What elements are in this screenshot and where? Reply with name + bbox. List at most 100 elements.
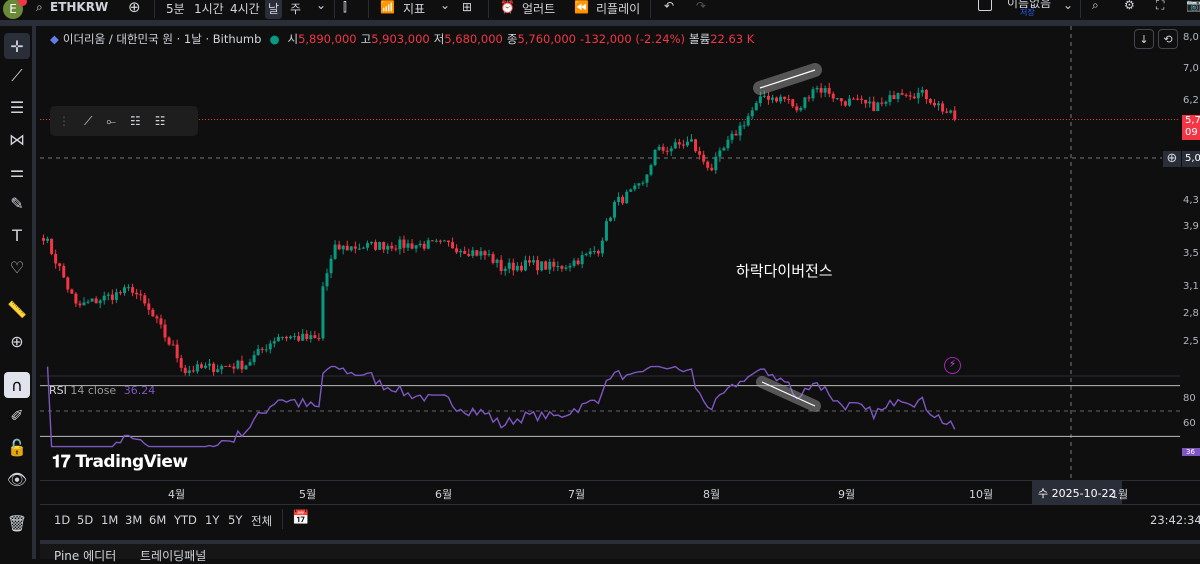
symbol-search[interactable]: ETHKRW [50,0,108,14]
lock-drawing-icon[interactable]: ✐ [4,402,30,428]
interval-4h[interactable]: 4시간 [230,0,260,17]
candle [66,277,70,290]
trend-line-icon[interactable]: ⟋ [4,63,30,89]
range-6m[interactable]: 6M [149,513,166,527]
lightning-icon[interactable]: ⚡ [944,357,961,374]
trend-line-icon[interactable]: ⟋ [84,114,92,129]
quick-search-icon[interactable]: ⌕ [1092,0,1099,13]
candle [681,144,685,146]
tab-trading-panel[interactable]: 트레이딩패널 [140,547,206,564]
fib-icon[interactable]: ☰ [4,94,30,120]
parallel-channel-icon[interactable]: ☷ [130,114,141,128]
ruler-icon[interactable]: 📏 [4,296,30,322]
candle [325,273,329,287]
symbol-title[interactable]: 이더리움 / 대한민국 원 · 1날 · Bithumb [63,31,262,47]
candle [771,97,774,100]
time-tick: 10월 [969,488,994,501]
candle [191,370,195,372]
layout-icon[interactable] [978,0,992,11]
interval-1h[interactable]: 1시간 [194,0,224,17]
candle [216,369,220,373]
candle [240,360,244,370]
candle [856,98,860,100]
chart-area[interactable] [40,26,1200,504]
candle [690,139,693,142]
candle [908,95,912,97]
eye-icon[interactable]: 👁 [4,466,30,492]
text-icon[interactable]: T [4,222,30,248]
candle [876,102,880,112]
save-label[interactable]: 저장 [1020,7,1035,18]
candle [370,241,374,244]
auto-scale-button[interactable]: ⟲ [1158,29,1178,49]
horizontal-ray-icon[interactable]: ⟜ [106,114,116,129]
candle [151,309,155,317]
add-alert-plus-icon[interactable]: ⊕ [1163,151,1181,167]
chart-canvas[interactable] [40,26,1200,504]
range-all[interactable]: 전체 [251,513,272,529]
candle [414,245,418,249]
trash-icon[interactable]: 🗑 [4,510,30,536]
candle [224,365,228,367]
candle [617,196,621,203]
fullscreen-icon[interactable]: ⛶ [1156,0,1164,13]
magnet-icon[interactable]: ∩ [4,372,30,398]
candle [835,98,839,100]
brush-icon[interactable]: ✎ [4,190,30,216]
regression-icon[interactable]: ☷ [155,114,166,128]
clock[interactable]: 23:42:34 [1150,513,1200,527]
indicators-icon[interactable]: 📶 [380,0,395,14]
range-5d[interactable]: 5D [77,513,93,527]
scroll-to-latest-button[interactable]: ↓ [1134,29,1154,49]
undo-icon[interactable]: ↶ [664,0,674,13]
range-1y[interactable]: 1Y [205,513,219,527]
candle [783,96,787,99]
search-icon[interactable]: ⌕ [36,0,43,15]
candle [892,95,896,100]
rsi-label[interactable]: RSI [49,384,67,397]
go-to-date-icon[interactable]: 📅 [292,510,309,526]
candle [924,89,928,100]
candle [447,240,450,243]
range-5y[interactable]: 5Y [228,513,242,527]
projection-icon[interactable]: ⚌ [4,158,30,184]
replay-button[interactable]: 리플레이 [596,0,640,17]
chevron-down-icon[interactable]: ⌄ [316,0,326,12]
pattern-icon[interactable]: ⋈ [4,126,30,152]
snapshot-icon[interactable]: 📷 [1186,0,1200,12]
tab-pine-editor[interactable]: Pine 에디터 [54,547,116,564]
range-ytd[interactable]: YTD [174,513,197,527]
redo-icon[interactable]: ↷ [696,0,706,13]
alert-button[interactable]: 얼러트 [522,0,555,17]
replay-icon[interactable]: ⏪ [574,0,589,14]
interval-1d[interactable]: 날 [265,0,283,19]
templates-icon[interactable]: ⊞ [462,0,472,14]
candle [847,98,851,106]
candle [920,89,924,93]
heart-icon[interactable]: ♡ [4,254,30,280]
candle [572,260,576,266]
chevron-down-icon[interactable]: ⌄ [440,0,450,12]
annotation-text[interactable]: 하락다이버전스 [736,260,833,281]
add-symbol-icon[interactable]: ⊕ [128,0,141,16]
candle [661,146,665,151]
interval-1w[interactable]: 주 [290,0,301,17]
market-status-icon: ● [269,32,280,46]
range-1d[interactable]: 1D [54,513,70,527]
price-axis[interactable]: 8,0 7,0 6,2 4,3 3,9 3,5 3,1 2,8 2,5 80 6… [1180,26,1200,504]
drag-handle-icon[interactable]: ⋮ [58,114,70,128]
time-axis[interactable]: 4월 5월 6월 7월 8월 9월 10월 수 2025-10-22 1월 [40,480,1200,505]
indicators-button[interactable]: 지표 [403,0,425,17]
crosshair-icon[interactable]: ✛ [4,33,30,59]
candle [280,336,284,338]
interval-5m[interactable]: 5분 [166,0,185,17]
zoom-in-icon[interactable]: ⊕ [4,328,30,354]
candle-type-icon[interactable]: ⫿ [343,0,347,15]
lock-icon[interactable]: 🔓 [4,434,30,460]
range-3m[interactable]: 3M [125,513,142,527]
range-1m[interactable]: 1M [101,513,118,527]
chevron-down-icon[interactable]: ⌄ [1063,0,1073,12]
candle [455,248,459,253]
settings-gear-icon[interactable]: ⚙ [1124,0,1135,12]
alert-icon[interactable]: ⏰ [500,0,515,14]
